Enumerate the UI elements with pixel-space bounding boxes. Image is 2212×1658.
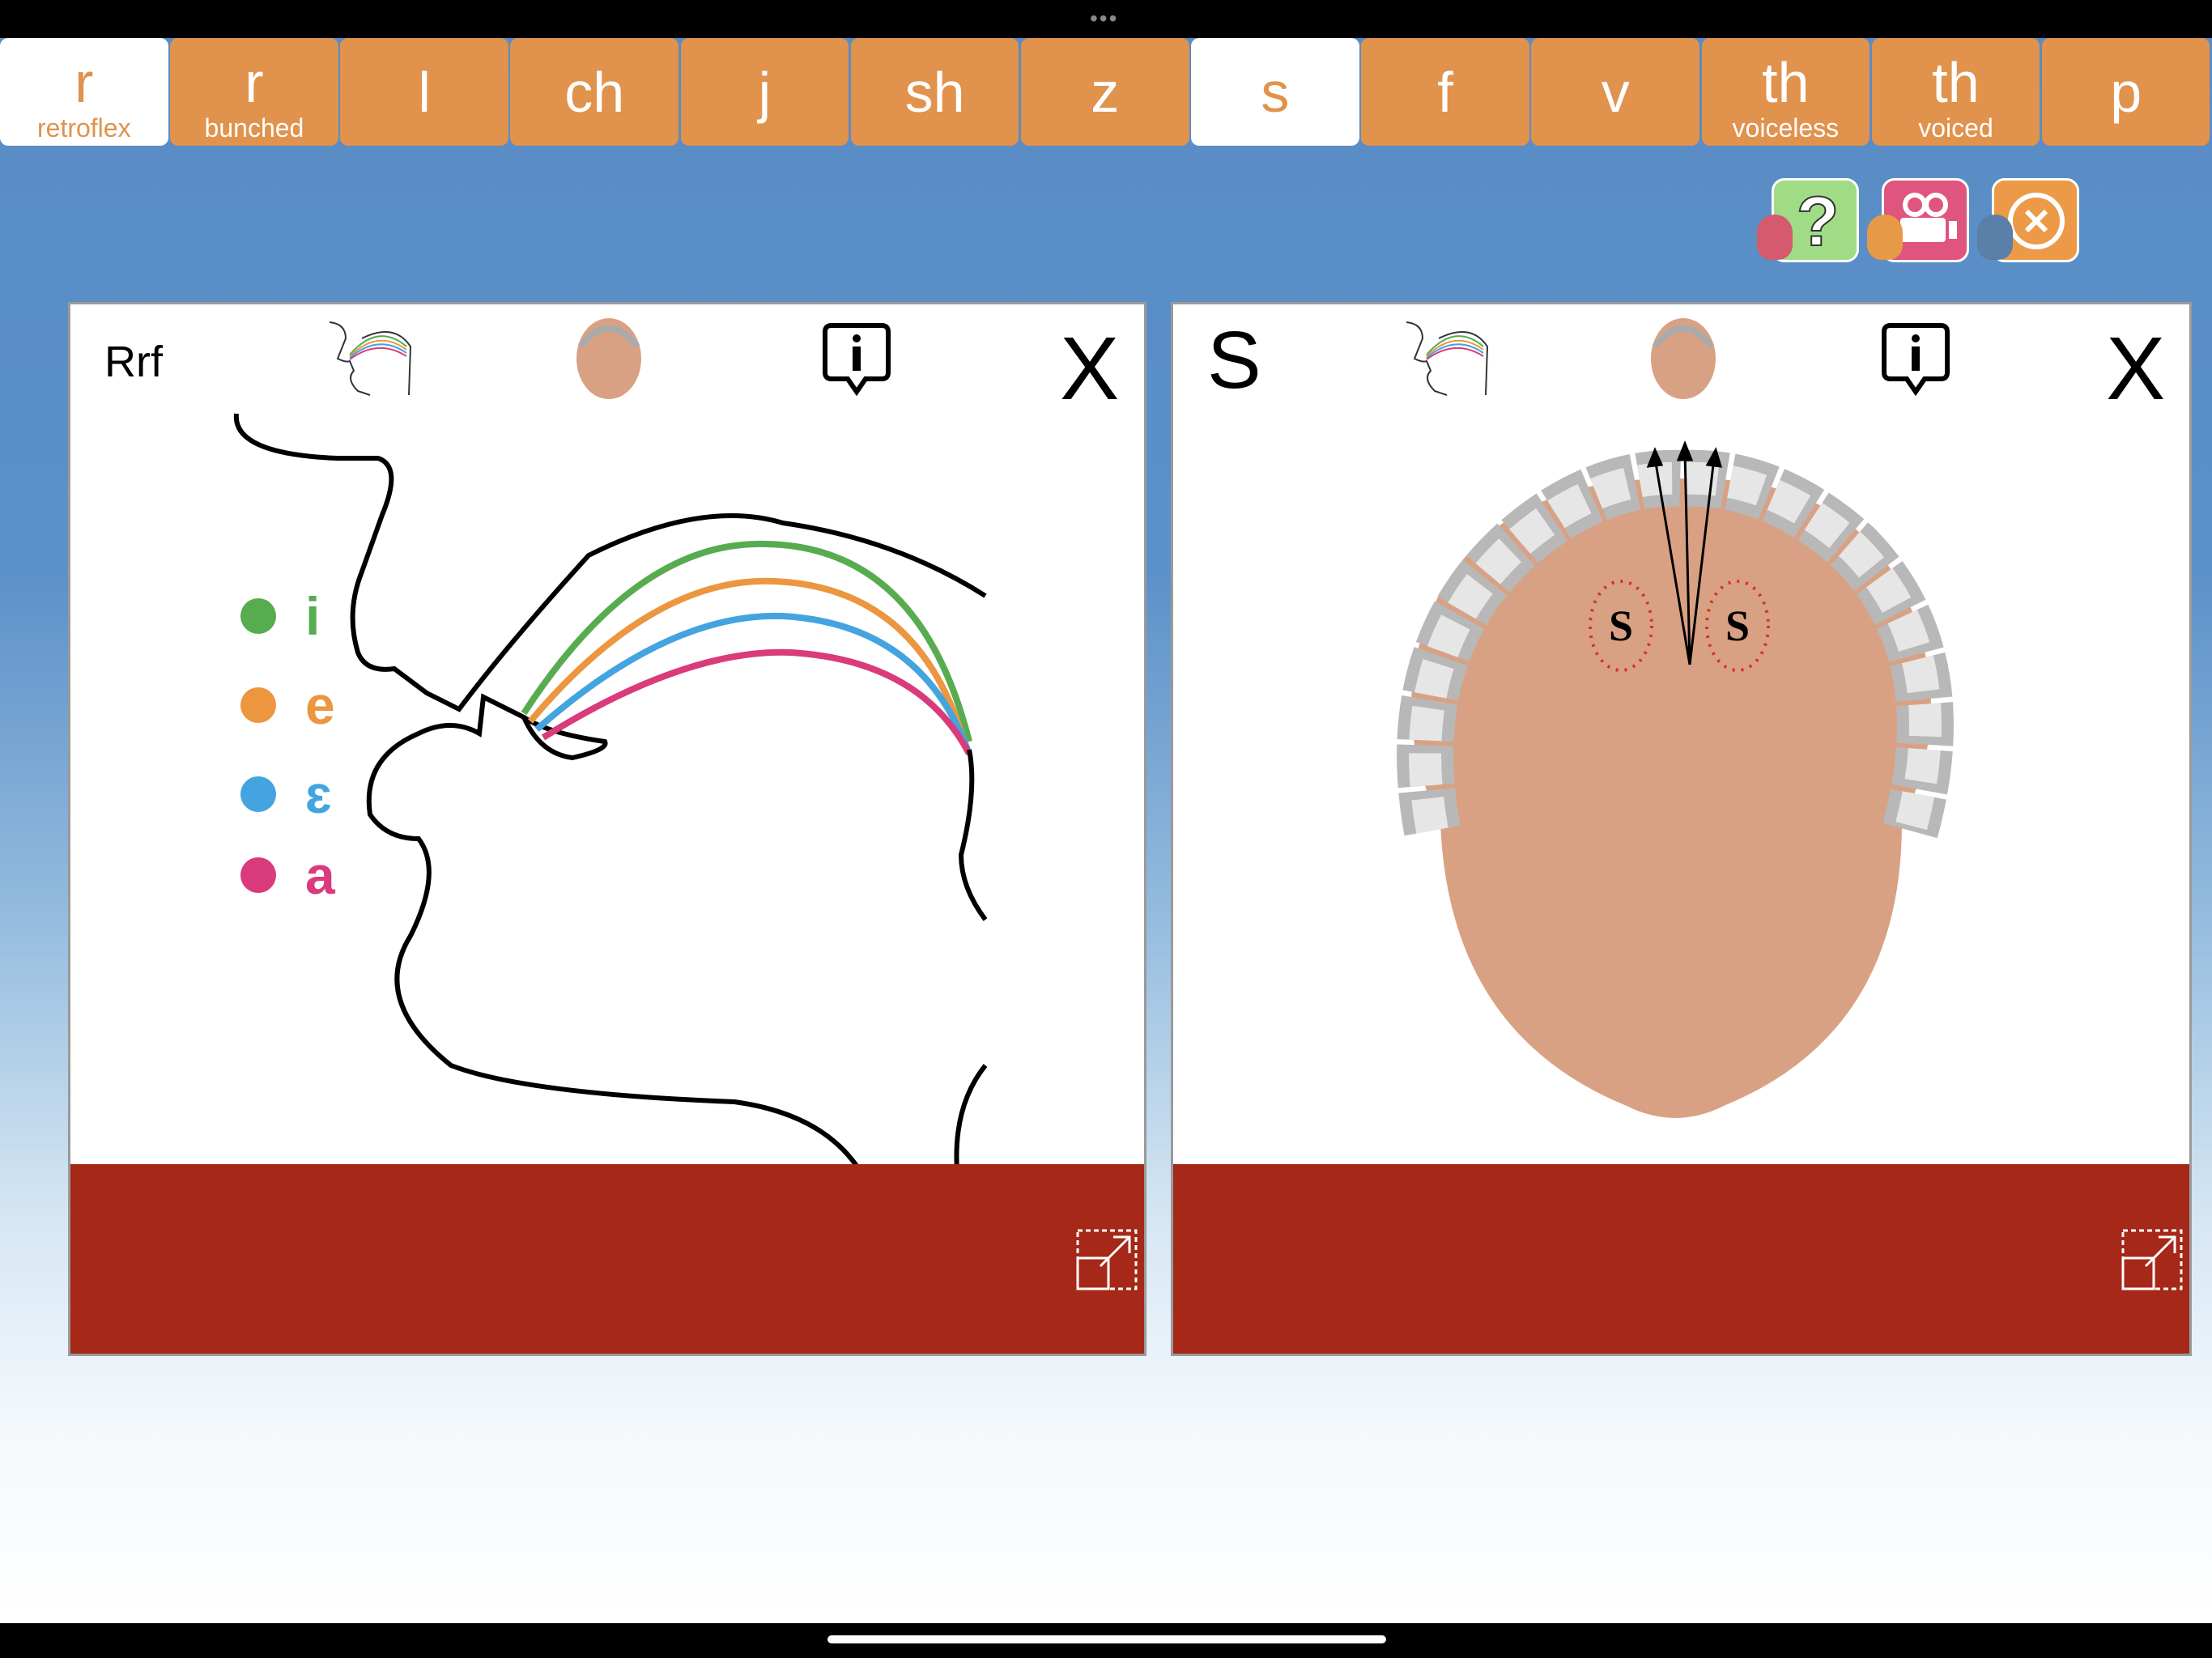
tab-label: l <box>418 61 431 124</box>
home-indicator[interactable] <box>827 1635 1386 1643</box>
legend-dot <box>240 776 276 812</box>
tab-label: v <box>1601 61 1630 124</box>
tab-sublabel: voiceless <box>1732 113 1840 142</box>
tab-r-bunched[interactable]: r bunched <box>170 38 338 146</box>
tab-label: sh <box>904 61 965 124</box>
legend-dot <box>240 598 276 634</box>
tab-th-voiced[interactable]: th voiced <box>1871 38 2040 146</box>
palate-mark: S <box>1725 602 1750 650</box>
tab-sublabel: voiced <box>1918 113 1993 142</box>
legend-label: i <box>305 586 321 646</box>
sagittal-diagram <box>233 413 988 1171</box>
legend-dot <box>240 857 276 893</box>
palate-mark: S <box>1609 602 1633 650</box>
tab-z[interactable]: z <box>1020 38 1189 146</box>
tab-sh[interactable]: sh <box>850 38 1019 146</box>
card-footer <box>1173 1164 2189 1354</box>
tab-label: th <box>1762 51 1810 114</box>
tab-label: th <box>1932 51 1980 114</box>
tab-label: r <box>245 51 264 114</box>
tab-s[interactable]: s <box>1191 38 1359 146</box>
expand-icon[interactable] <box>1076 1229 1138 1290</box>
tab-label: r <box>74 51 94 114</box>
tab-label: j <box>758 61 772 124</box>
legend-label: e <box>305 675 335 735</box>
multitasking-dots-icon[interactable]: ••• <box>1090 7 1118 30</box>
owl-mascot-icon <box>1867 215 1903 260</box>
svg-text:?: ? <box>1797 183 1840 260</box>
tab-label: s <box>1261 61 1290 124</box>
tab-v[interactable]: v <box>1531 38 1699 146</box>
right-card: S X S S <box>1171 302 2192 1356</box>
tab-label: ch <box>564 61 625 124</box>
owl-mascot-icon <box>1977 215 2013 260</box>
legend-label: ɛ <box>305 764 332 824</box>
sound-tabs: r retroflex r bunched l ch j sh z s f v th voiceless t… <box>0 38 2212 146</box>
tab-th-voiceless[interactable]: th voiceless <box>1701 38 1870 146</box>
owl-mascot-icon <box>1757 215 1793 260</box>
legend-label: a <box>305 845 335 905</box>
tab-label: p <box>2110 61 2142 124</box>
expand-icon[interactable] <box>2121 1229 2183 1290</box>
legend-dot <box>240 687 276 723</box>
tab-sublabel: bunched <box>204 113 304 142</box>
tab-label: z <box>1091 61 1120 124</box>
tab-ch[interactable]: ch <box>510 38 679 146</box>
left-card: Rrf X ieɛa <box>68 302 1146 1356</box>
tab-r-retroflex[interactable]: r retroflex <box>0 38 168 146</box>
tab-p[interactable]: p <box>2041 38 2210 146</box>
tab-f[interactable]: f <box>1361 38 1529 146</box>
tab-sublabel: retroflex <box>36 113 131 142</box>
palate-diagram: S S <box>1397 440 1954 1118</box>
tab-label: f <box>1437 61 1453 124</box>
tab-j[interactable]: j <box>680 38 849 146</box>
card-footer <box>70 1164 1144 1354</box>
tab-l[interactable]: l <box>340 38 508 146</box>
